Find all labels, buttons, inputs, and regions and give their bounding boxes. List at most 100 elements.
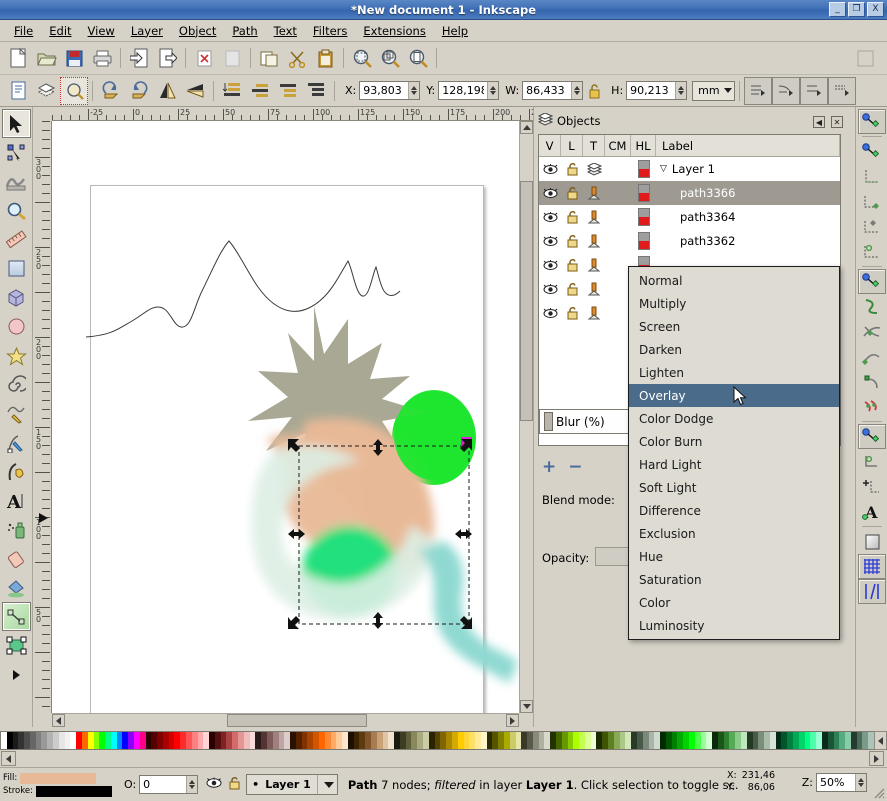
lock-ratio-icon[interactable]: [583, 77, 605, 105]
snap-text-baseline-toggle[interactable]: A: [858, 499, 886, 524]
expander-icon[interactable]: ▽: [660, 164, 667, 174]
layer-selector[interactable]: • Layer 1: [246, 774, 338, 795]
zoom-spinner[interactable]: [816, 773, 867, 792]
blend-option-darken[interactable]: Darken: [629, 338, 839, 361]
toolbar-overflow-button[interactable]: [851, 44, 879, 72]
affect-gradients-icon[interactable]: [828, 77, 856, 105]
column-clip-mask[interactable]: CM: [605, 135, 631, 156]
snap-page-border-toggle[interactable]: [858, 529, 886, 554]
menu-filters[interactable]: Filters: [305, 22, 355, 40]
blend-option-soft-light[interactable]: Soft Light: [629, 476, 839, 499]
snap-bbox-corners-toggle[interactable]: [858, 189, 886, 214]
snap-guides-toggle[interactable]: [858, 579, 886, 604]
path-icon[interactable]: [583, 234, 605, 249]
collapse-panel-button[interactable]: ◀: [813, 116, 825, 128]
opacity-spinner[interactable]: [139, 775, 198, 794]
eye-icon[interactable]: [539, 236, 561, 247]
blend-option-difference[interactable]: Difference: [629, 499, 839, 522]
unlocked-icon[interactable]: [561, 186, 583, 200]
copy-icon[interactable]: [255, 44, 283, 72]
x-spinner[interactable]: [359, 81, 420, 100]
bezier-tool[interactable]: [2, 428, 31, 457]
rotate-cw-icon[interactable]: [125, 77, 153, 105]
chevron-down-icon[interactable]: [324, 782, 334, 788]
eye-icon[interactable]: [539, 260, 561, 271]
flip-vertical-icon[interactable]: [181, 77, 209, 105]
cut-icon[interactable]: [283, 44, 311, 72]
snap-nodes-toggle[interactable]: [858, 269, 886, 294]
eye-icon[interactable]: [206, 777, 222, 792]
open-document-icon[interactable]: [32, 44, 60, 72]
scroll-left-button[interactable]: [52, 714, 65, 727]
eye-icon[interactable]: [539, 164, 561, 175]
vertical-scroll-thumb[interactable]: [520, 181, 533, 421]
menu-extensions[interactable]: Extensions: [355, 22, 433, 40]
affect-stroke-icon[interactable]: [772, 77, 800, 105]
unlocked-icon[interactable]: [561, 210, 583, 224]
tweak-tool[interactable]: [2, 167, 31, 196]
blend-option-exclusion[interactable]: Exclusion: [629, 522, 839, 545]
blend-option-color-dodge[interactable]: Color Dodge: [629, 407, 839, 430]
objects-row-layer1[interactable]: ▽ Layer 1: [539, 157, 840, 181]
highlight-color-chip[interactable]: [631, 184, 656, 202]
x-spin-arrows[interactable]: [408, 82, 419, 99]
raise-to-top-icon[interactable]: [302, 77, 330, 105]
eye-icon[interactable]: [539, 188, 561, 199]
path-icon[interactable]: [583, 258, 605, 273]
x-input[interactable]: [360, 82, 408, 99]
path-icon[interactable]: [583, 306, 605, 321]
blend-option-color[interactable]: Color: [629, 591, 839, 614]
dropper-tool[interactable]: [2, 631, 31, 660]
remove-object-button[interactable]: −: [568, 459, 582, 476]
close-panel-button[interactable]: ✕: [831, 116, 843, 128]
star-tool[interactable]: [2, 341, 31, 370]
objects-row-path3366[interactable]: path3366: [539, 181, 840, 205]
objects-row-label[interactable]: path3366: [680, 186, 735, 200]
objects-row-label[interactable]: path3362: [680, 234, 735, 248]
maximize-button[interactable]: ❐: [848, 2, 865, 17]
blend-option-hue[interactable]: Hue: [629, 545, 839, 568]
blend-option-lighten[interactable]: Lighten: [629, 361, 839, 384]
horizontal-ruler[interactable]: -25 0 25 50 75: [52, 107, 533, 121]
ellipse-tool[interactable]: [2, 312, 31, 341]
text-tool[interactable]: A: [2, 486, 31, 515]
w-spinner[interactable]: [522, 81, 583, 100]
node-editor-tool[interactable]: [2, 138, 31, 167]
drawing-canvas[interactable]: [52, 121, 533, 713]
snap-paths-toggle[interactable]: [858, 294, 886, 319]
scroll-right-button[interactable]: [506, 714, 519, 727]
zoom-spin-arrows[interactable]: [855, 774, 866, 791]
measure-tool[interactable]: [2, 225, 31, 254]
snap-path-intersections-toggle[interactable]: [858, 319, 886, 344]
stroke-width-value[interactable]: 0,265: [88, 786, 112, 796]
box3d-tool[interactable]: [2, 283, 31, 312]
snap-bbox-edges-toggle[interactable]: [858, 164, 886, 189]
import-icon[interactable]: [125, 44, 153, 72]
objects-row-path3364[interactable]: path3364: [539, 205, 840, 229]
connector-tool[interactable]: [2, 660, 31, 689]
affect-corners-icon[interactable]: [800, 77, 828, 105]
lower-to-bottom-icon[interactable]: [218, 77, 246, 105]
save-document-icon[interactable]: [60, 44, 88, 72]
eye-icon[interactable]: [539, 212, 561, 223]
resize-grip[interactable]: [871, 785, 885, 799]
fill-swatch[interactable]: [20, 773, 96, 784]
snap-midpoints-toggle[interactable]: [858, 394, 886, 419]
blend-option-hard-light[interactable]: Hard Light: [629, 453, 839, 476]
objects-row-path3362[interactable]: path3362: [539, 229, 840, 253]
zoom-input[interactable]: [817, 774, 855, 791]
snap-others-toggle[interactable]: [858, 424, 886, 449]
blend-option-luminosity[interactable]: Luminosity: [629, 614, 839, 637]
path-icon[interactable]: [583, 186, 605, 201]
layers-icon[interactable]: [32, 77, 60, 105]
spray-tool[interactable]: [2, 515, 31, 544]
opacity-spin-arrows[interactable]: [186, 776, 197, 793]
objects-dialog-icon[interactable]: [60, 77, 88, 105]
zoom-drawing-icon[interactable]: [376, 44, 404, 72]
artwork[interactable]: [52, 121, 533, 713]
color-palette[interactable]: [0, 731, 874, 750]
eye-icon[interactable]: [539, 284, 561, 295]
export-icon[interactable]: [153, 44, 181, 72]
affect-transform-icon[interactable]: [744, 77, 772, 105]
menu-edit[interactable]: Edit: [41, 22, 79, 40]
